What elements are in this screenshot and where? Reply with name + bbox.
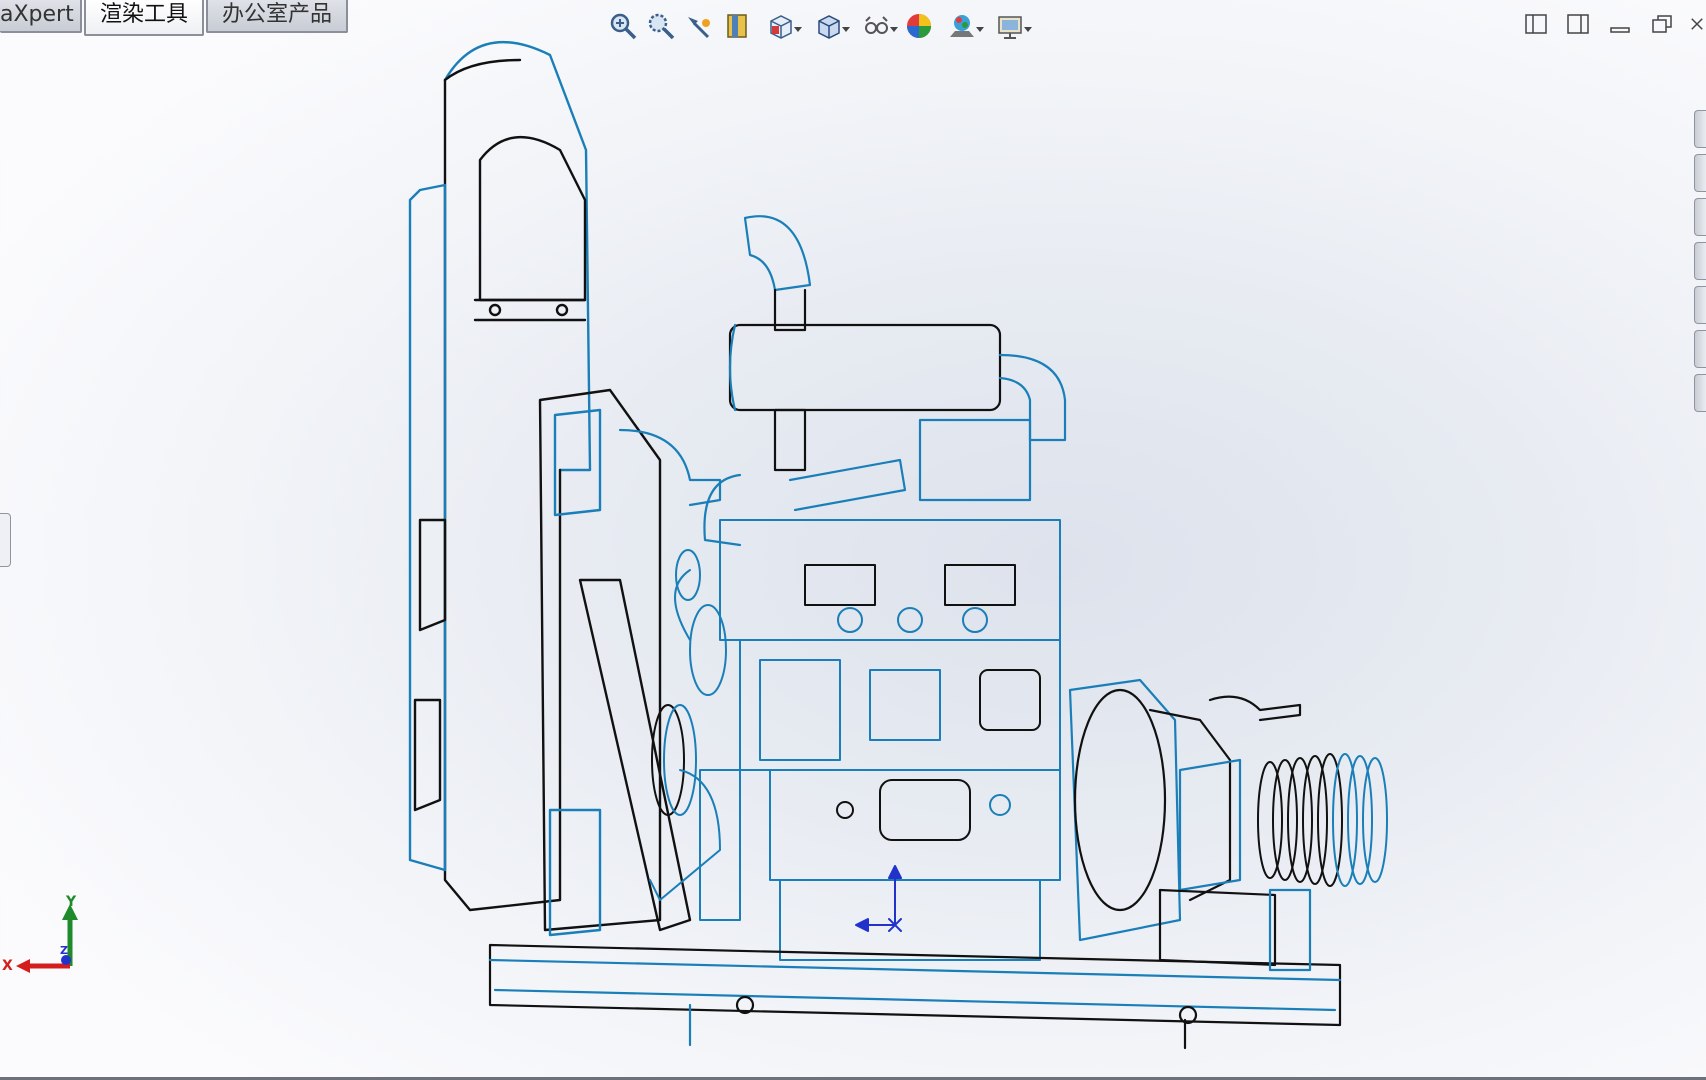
task-pane-tab[interactable] bbox=[1694, 374, 1706, 412]
task-pane-tab[interactable] bbox=[1694, 154, 1706, 192]
tab-render-tools[interactable]: 渲染工具 bbox=[84, 0, 205, 36]
graphics-area[interactable]: Y X Z bbox=[0, 0, 1706, 1080]
task-pane-tab[interactable] bbox=[1694, 198, 1706, 236]
task-pane-tab[interactable] bbox=[1694, 110, 1706, 148]
engine-block bbox=[649, 519, 1061, 961]
edit-appearance-icon bbox=[907, 14, 931, 38]
view-orientation-button[interactable] bbox=[756, 8, 804, 44]
dropdown-caret-icon bbox=[976, 27, 984, 32]
display-style-button[interactable] bbox=[804, 8, 852, 44]
view-settings-icon bbox=[998, 16, 1022, 39]
tile-left-button[interactable] bbox=[1520, 8, 1552, 40]
task-pane-tab[interactable] bbox=[1694, 242, 1706, 280]
zoom-to-fit-button[interactable] bbox=[604, 8, 642, 44]
tile-left-icon bbox=[1525, 14, 1547, 34]
section-view-icon bbox=[727, 14, 747, 38]
window-controls bbox=[1520, 8, 1706, 40]
hide-show-items-icon bbox=[865, 16, 888, 34]
view-settings-button[interactable] bbox=[986, 8, 1034, 44]
tab-label: 办公室产品 bbox=[222, 2, 333, 27]
heads-up-view-toolbar bbox=[604, 4, 1034, 48]
flywheel-housing bbox=[1068, 678, 1302, 942]
tile-right-button[interactable] bbox=[1562, 8, 1594, 40]
tile-right-icon bbox=[1567, 14, 1589, 34]
apply-scene-icon bbox=[950, 15, 974, 37]
minimize-button[interactable] bbox=[1604, 8, 1636, 40]
hide-show-items-button[interactable] bbox=[852, 8, 900, 44]
display-style-icon bbox=[818, 15, 840, 39]
zoom-to-area-icon bbox=[648, 13, 675, 40]
tab-label: aXpert bbox=[0, 2, 74, 27]
coordinate-triad bbox=[16, 904, 78, 973]
previous-view-button[interactable] bbox=[680, 8, 718, 44]
dropdown-caret-icon bbox=[794, 27, 802, 32]
dropdown-caret-icon bbox=[890, 27, 898, 32]
origin-marker bbox=[855, 865, 902, 932]
minimize-icon bbox=[1610, 27, 1630, 33]
zoom-to-area-button[interactable] bbox=[642, 8, 680, 44]
close-button[interactable] bbox=[1688, 8, 1706, 40]
section-view-button[interactable] bbox=[718, 8, 756, 44]
panel-expand-handle[interactable] bbox=[0, 513, 11, 567]
radiator-assembly bbox=[408, 41, 692, 937]
tab-office-products[interactable]: 办公室产品 bbox=[206, 0, 349, 33]
restore-icon bbox=[1652, 15, 1672, 33]
tab-label: 渲染工具 bbox=[100, 2, 189, 27]
muffler bbox=[618, 215, 1067, 547]
task-pane-tabs bbox=[1694, 110, 1706, 418]
zoom-to-fit-icon bbox=[610, 13, 637, 40]
dropdown-caret-icon bbox=[1024, 27, 1032, 32]
drive-pulley bbox=[1257, 753, 1388, 887]
previous-view-icon bbox=[688, 17, 710, 39]
dropdown-caret-icon bbox=[842, 27, 850, 32]
apply-scene-button[interactable] bbox=[938, 8, 986, 44]
base-frame bbox=[488, 888, 1342, 1050]
view-orientation-icon bbox=[770, 15, 792, 39]
triad-y-label: Y bbox=[66, 894, 77, 910]
task-pane-tab[interactable] bbox=[1694, 330, 1706, 368]
command-manager-tabs: aXpert 渲染工具 办公室产品 bbox=[0, 0, 350, 36]
tab-axpert[interactable]: aXpert bbox=[0, 0, 82, 33]
triad-x-label: X bbox=[2, 958, 13, 974]
triad-z-label: Z bbox=[60, 944, 68, 957]
restore-button[interactable] bbox=[1646, 8, 1678, 40]
engine-model[interactable] bbox=[0, 0, 1706, 1080]
close-icon bbox=[1691, 18, 1703, 30]
edit-appearance-button[interactable] bbox=[900, 8, 938, 44]
task-pane-tab[interactable] bbox=[1694, 286, 1706, 324]
